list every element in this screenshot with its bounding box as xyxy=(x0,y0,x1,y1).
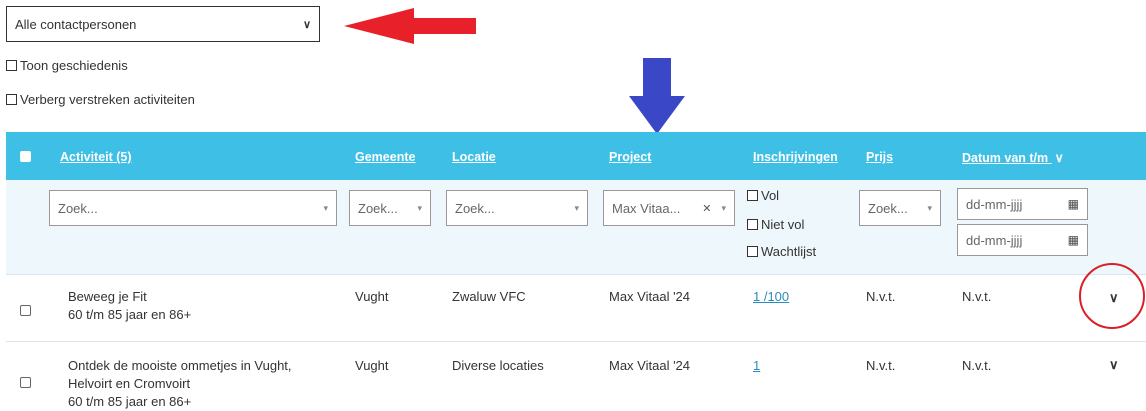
header-project[interactable]: Project xyxy=(609,150,651,164)
location-filter[interactable]: Zoek... ▾ xyxy=(446,190,588,226)
activity-title: Beweeg je Fit xyxy=(68,289,147,304)
table-header: Activiteit (5) Gemeente Locatie Project … xyxy=(6,132,1146,180)
hide-expired-option[interactable]: Verberg verstreken activiteiten xyxy=(6,92,195,107)
chevron-down-icon: ∨ xyxy=(302,18,311,31)
filter-not-full-option[interactable]: Niet vol xyxy=(747,217,804,232)
registrations-link[interactable]: 1 xyxy=(753,357,760,375)
date-to-input[interactable]: dd-mm-jjjj ▦ xyxy=(957,224,1088,256)
activity-subtitle: 60 t/m 85 jaar en 86+ xyxy=(68,307,192,322)
header-registrations[interactable]: Inschrijvingen xyxy=(753,150,838,164)
filter-not-full-checkbox[interactable] xyxy=(747,219,758,230)
caret-down-icon: ▾ xyxy=(721,202,726,213)
municipality-filter-placeholder: Zoek... xyxy=(358,200,398,216)
contact-person-select[interactable]: Alle contactpersonen ∨ xyxy=(6,6,320,42)
price-cell: N.v.t. xyxy=(866,358,896,373)
filter-full-label: Vol xyxy=(761,188,780,203)
filter-waitlist-checkbox[interactable] xyxy=(747,246,758,257)
table-row[interactable]: Ontdek de mooiste ommetjes in Vught, Hel… xyxy=(6,342,1146,410)
date-cell: N.v.t. xyxy=(962,358,992,373)
expand-chevron-icon[interactable]: ∨ xyxy=(1109,357,1119,373)
show-history-label: Toon geschiedenis xyxy=(20,58,128,73)
price-filter-placeholder: Zoek... xyxy=(868,200,908,216)
municipality-cell: Vught xyxy=(355,289,389,304)
project-cell: Max Vitaal '24 xyxy=(609,289,691,304)
project-cell: Max Vitaal '24 xyxy=(609,358,691,373)
activity-filter[interactable]: Zoek... ▾ xyxy=(49,190,337,226)
hide-expired-checkbox[interactable] xyxy=(6,94,17,105)
row-checkbox[interactable] xyxy=(20,305,31,316)
header-municipality[interactable]: Gemeente xyxy=(355,150,415,164)
location-cell: Diverse locaties xyxy=(452,358,544,373)
caret-down-icon: ▾ xyxy=(323,202,328,213)
red-circle-annotation xyxy=(1079,263,1145,329)
project-filter[interactable]: Max Vitaa... ✕ ▾ xyxy=(603,190,735,226)
select-all-checkbox[interactable] xyxy=(20,151,31,162)
municipality-filter[interactable]: Zoek... ▾ xyxy=(349,190,431,226)
project-filter-value: Max Vitaa... xyxy=(612,200,681,216)
header-date[interactable]: Datum van t/m ∨ xyxy=(962,150,1064,165)
header-date-label: Datum van t/m xyxy=(962,151,1049,165)
header-price[interactable]: Prijs xyxy=(866,150,893,164)
caret-down-icon: ▾ xyxy=(927,202,932,213)
date-from-placeholder: dd-mm-jjjj xyxy=(966,196,1023,212)
date-to-placeholder: dd-mm-jjjj xyxy=(966,232,1023,248)
filter-row: Zoek... ▾ Zoek... ▾ Zoek... ▾ Max Vitaa.… xyxy=(6,180,1146,275)
hide-expired-label: Verberg verstreken activiteiten xyxy=(20,92,195,107)
row-checkbox[interactable] xyxy=(20,377,31,388)
header-location[interactable]: Locatie xyxy=(452,150,496,164)
municipality-cell: Vught xyxy=(355,358,389,373)
filter-waitlist-label: Wachtlijst xyxy=(761,244,817,259)
registrations-link[interactable]: 1 /100 xyxy=(753,288,789,306)
location-filter-placeholder: Zoek... xyxy=(455,200,495,216)
activity-cell: Beweeg je Fit 60 t/m 85 jaar en 86+ xyxy=(68,288,191,324)
date-from-input[interactable]: dd-mm-jjjj ▦ xyxy=(957,188,1088,220)
activity-filter-placeholder: Zoek... xyxy=(58,200,98,216)
activity-title-line-2: Helvoirt en Cromvoirt xyxy=(68,376,191,391)
header-activity[interactable]: Activiteit (5) xyxy=(60,150,132,164)
clear-x-icon[interactable]: ✕ xyxy=(702,202,711,215)
calendar-icon[interactable]: ▦ xyxy=(1068,197,1079,211)
filter-full-option[interactable]: Vol xyxy=(747,188,779,203)
filter-waitlist-option[interactable]: Wachtlijst xyxy=(747,244,816,259)
table-row[interactable]: Beweeg je Fit 60 t/m 85 jaar en 86+ Vugh… xyxy=(6,275,1146,341)
caret-down-icon: ▾ xyxy=(574,202,579,213)
blue-arrow-annotation xyxy=(629,58,685,134)
red-arrow-annotation xyxy=(344,8,476,44)
activity-title-line-1: Ontdek de mooiste ommetjes in Vught, xyxy=(68,358,292,373)
calendar-icon[interactable]: ▦ xyxy=(1068,233,1079,247)
activity-subtitle: 60 t/m 85 jaar en 86+ xyxy=(68,394,192,409)
price-cell: N.v.t. xyxy=(866,289,896,304)
filter-not-full-label: Niet vol xyxy=(761,217,805,232)
show-history-checkbox[interactable] xyxy=(6,60,17,71)
price-filter[interactable]: Zoek... ▾ xyxy=(859,190,941,226)
date-cell: N.v.t. xyxy=(962,289,992,304)
contact-select-value: Alle contactpersonen xyxy=(15,16,137,32)
caret-down-icon: ▾ xyxy=(417,202,422,213)
sort-chevron-icon: ∨ xyxy=(1054,151,1064,165)
activity-cell: Ontdek de mooiste ommetjes in Vught, Hel… xyxy=(68,357,292,411)
show-history-option[interactable]: Toon geschiedenis xyxy=(6,58,128,73)
location-cell: Zwaluw VFC xyxy=(452,289,526,304)
filter-full-checkbox[interactable] xyxy=(747,190,758,201)
